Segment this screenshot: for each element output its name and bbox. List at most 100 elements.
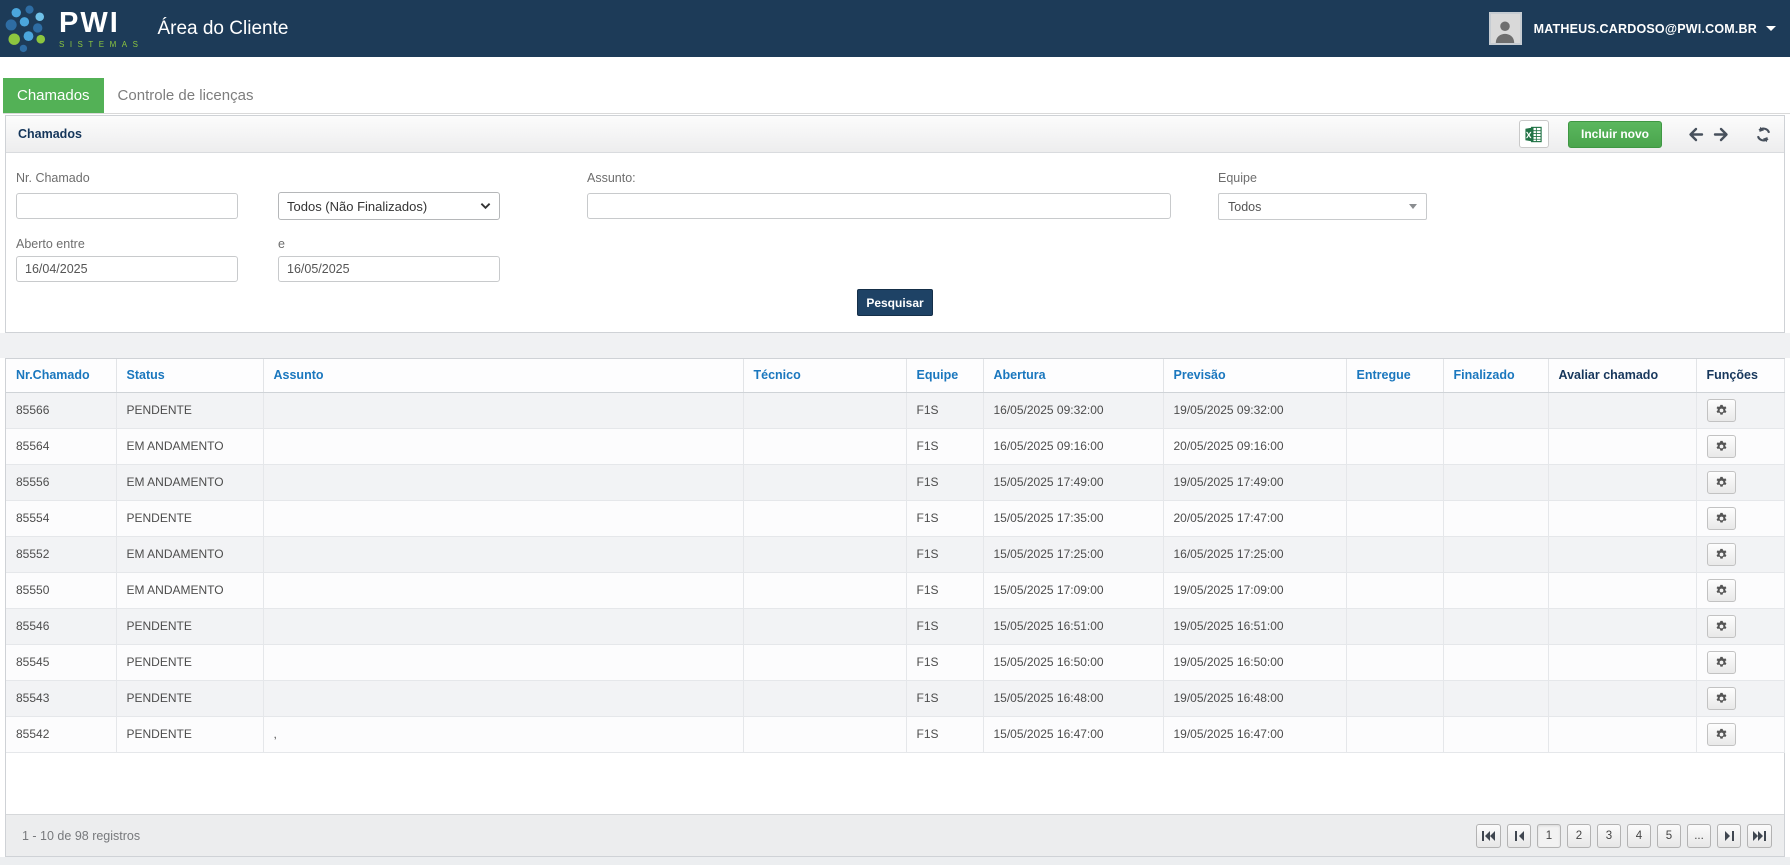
- previous-page-button[interactable]: [1507, 824, 1531, 848]
- cell-avaliar-chamado: [1548, 392, 1696, 428]
- cell-finalizado: [1443, 464, 1548, 500]
- cell-nr-chamado: 85546: [6, 608, 116, 644]
- page-number-button[interactable]: 5: [1657, 824, 1681, 848]
- column-header[interactable]: Equipe: [906, 359, 983, 392]
- page-number-button[interactable]: 1: [1537, 824, 1561, 848]
- column-header[interactable]: Entregue: [1346, 359, 1443, 392]
- row-actions-button[interactable]: [1707, 651, 1736, 674]
- row-actions-button[interactable]: [1707, 723, 1736, 746]
- cell-status: EM ANDAMENTO: [116, 464, 263, 500]
- refresh-button[interactable]: [1755, 126, 1772, 143]
- last-page-button[interactable]: [1747, 824, 1772, 848]
- cell-previsao: 20/05/2025 09:16:00: [1163, 428, 1346, 464]
- cell-funcoes: [1696, 536, 1784, 572]
- cell-previsao: 19/05/2025 09:32:00: [1163, 392, 1346, 428]
- tab-chamados[interactable]: Chamados: [3, 78, 104, 113]
- first-page-button[interactable]: [1476, 824, 1501, 848]
- back-button[interactable]: [1688, 127, 1704, 142]
- column-header[interactable]: Avaliar chamado: [1548, 359, 1696, 392]
- column-header[interactable]: Abertura: [983, 359, 1163, 392]
- table-row: 85543 PENDENTE F1S 15/05/2025 16:48:00 1…: [6, 680, 1784, 716]
- column-header[interactable]: Finalizado: [1443, 359, 1548, 392]
- cell-previsao: 19/05/2025 16:48:00: [1163, 680, 1346, 716]
- cell-nr-chamado: 85566: [6, 392, 116, 428]
- row-actions-button[interactable]: [1707, 471, 1736, 494]
- row-actions-button[interactable]: [1707, 543, 1736, 566]
- cell-tecnico: [743, 608, 906, 644]
- cell-avaliar-chamado: [1548, 464, 1696, 500]
- cell-nr-chamado: 85550: [6, 572, 116, 608]
- row-actions-button[interactable]: [1707, 507, 1736, 530]
- aberto-ate-date-input[interactable]: [278, 256, 500, 282]
- cell-nr-chamado: 85545: [6, 644, 116, 680]
- column-header[interactable]: Status: [116, 359, 263, 392]
- pesquisar-button[interactable]: Pesquisar: [857, 289, 933, 316]
- brand-name: PWI: [59, 9, 143, 38]
- cell-assunto: [263, 428, 743, 464]
- cell-abertura: 15/05/2025 16:50:00: [983, 644, 1163, 680]
- cell-status: PENDENTE: [116, 644, 263, 680]
- tickets-panel: Nr.ChamadoStatusAssuntoTécnicoEquipeAber…: [5, 358, 1785, 857]
- column-header[interactable]: Funções: [1696, 359, 1784, 392]
- cell-finalizado: [1443, 680, 1548, 716]
- table-row: 85564 EM ANDAMENTO F1S 16/05/2025 09:16:…: [6, 428, 1784, 464]
- page-number-button[interactable]: 4: [1627, 824, 1651, 848]
- tab-controle-de-licencas[interactable]: Controle de licenças: [104, 78, 268, 113]
- cell-tecnico: [743, 572, 906, 608]
- table-row: 85554 PENDENTE F1S 15/05/2025 17:35:00 2…: [6, 500, 1784, 536]
- status-select[interactable]: Todos (Não Finalizados): [278, 192, 500, 220]
- cell-status: PENDENTE: [116, 680, 263, 716]
- aberto-entre-label: Aberto entre: [16, 237, 85, 251]
- cell-tecnico: [743, 392, 906, 428]
- filters: Nr. Chamado Todos (Não Finalizados) Assu…: [6, 153, 1784, 333]
- row-actions-button[interactable]: [1707, 579, 1736, 602]
- cell-finalizado: [1443, 392, 1548, 428]
- row-actions-button[interactable]: [1707, 687, 1736, 710]
- assunto-input[interactable]: [587, 193, 1171, 219]
- cell-funcoes: [1696, 608, 1784, 644]
- table-body: 85566 PENDENTE F1S 16/05/2025 09:32:00 1…: [6, 392, 1784, 752]
- cell-funcoes: [1696, 572, 1784, 608]
- next-page-button[interactable]: [1717, 824, 1741, 848]
- page-number-button[interactable]: 3: [1597, 824, 1621, 848]
- equipe-label: Equipe: [1218, 171, 1257, 185]
- incluir-novo-button[interactable]: Incluir novo: [1568, 121, 1662, 148]
- nr-chamado-label: Nr. Chamado: [16, 171, 90, 185]
- gear-icon: [1715, 584, 1728, 597]
- cell-assunto: [263, 608, 743, 644]
- cell-abertura: 15/05/2025 16:48:00: [983, 680, 1163, 716]
- chevron-down-icon: [480, 202, 491, 210]
- cell-tecnico: [743, 500, 906, 536]
- nr-chamado-input[interactable]: [16, 193, 238, 219]
- cell-funcoes: [1696, 464, 1784, 500]
- equipe-select[interactable]: Todos: [1218, 193, 1427, 220]
- cell-assunto: [263, 392, 743, 428]
- e-label: e: [278, 237, 285, 251]
- cell-equipe: F1S: [906, 608, 983, 644]
- export-excel-button[interactable]: [1519, 120, 1549, 148]
- page-number-button[interactable]: ...: [1687, 824, 1711, 848]
- gear-icon: [1715, 548, 1728, 561]
- pagination: 12345...: [1476, 824, 1772, 848]
- cell-tecnico: [743, 536, 906, 572]
- forward-button[interactable]: [1713, 127, 1729, 142]
- page-number-button[interactable]: 2: [1567, 824, 1591, 848]
- cell-funcoes: [1696, 500, 1784, 536]
- user-menu[interactable]: MATHEUS.CARDOSO@PWI.COM.BR: [1489, 12, 1776, 45]
- cell-entregue: [1346, 536, 1443, 572]
- column-header[interactable]: Técnico: [743, 359, 906, 392]
- column-header[interactable]: Previsão: [1163, 359, 1346, 392]
- row-actions-button[interactable]: [1707, 399, 1736, 422]
- panel-toolbar: Chamados Incluir novo: [6, 116, 1784, 153]
- column-header[interactable]: Nr.Chamado: [6, 359, 116, 392]
- cell-avaliar-chamado: [1548, 428, 1696, 464]
- aberto-entre-date-input[interactable]: [16, 256, 238, 282]
- first-page-icon: [1482, 831, 1495, 841]
- row-actions-button[interactable]: [1707, 435, 1736, 458]
- records-summary: 1 - 10 de 98 registros: [22, 829, 140, 843]
- cell-avaliar-chamado: [1548, 500, 1696, 536]
- cell-entregue: [1346, 572, 1443, 608]
- column-header[interactable]: Assunto: [263, 359, 743, 392]
- row-actions-button[interactable]: [1707, 615, 1736, 638]
- table-row: 85546 PENDENTE F1S 15/05/2025 16:51:00 1…: [6, 608, 1784, 644]
